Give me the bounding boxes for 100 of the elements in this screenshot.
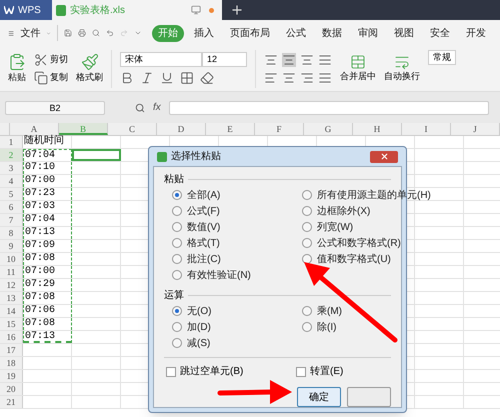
- italic-icon[interactable]: [140, 71, 154, 85]
- row-header[interactable]: 9: [0, 240, 23, 252]
- radio-button[interactable]: [172, 306, 182, 316]
- copy-icon[interactable]: [34, 70, 48, 84]
- monitor-icon[interactable]: [191, 5, 201, 15]
- justify-icon[interactable]: [318, 70, 332, 84]
- radio-button[interactable]: [302, 254, 312, 264]
- cut-button[interactable]: 剪切: [50, 52, 68, 66]
- table-cell: 07:04: [23, 149, 72, 161]
- radio-label: 公式(F): [187, 204, 220, 218]
- cancel-button[interactable]: [347, 387, 391, 407]
- copy-button[interactable]: 复制: [50, 70, 68, 84]
- align-top-icon[interactable]: [264, 52, 278, 66]
- table-cell: 07:13: [23, 227, 72, 239]
- row-header[interactable]: 16: [0, 331, 23, 343]
- align-center-icon[interactable]: [282, 70, 296, 84]
- font-field[interactable]: 宋体: [120, 52, 202, 67]
- row-header[interactable]: 3: [0, 162, 23, 174]
- app-tab[interactable]: WPS: [0, 0, 52, 20]
- menu-tab[interactable]: 安全: [424, 24, 456, 42]
- radio-button[interactable]: [302, 190, 312, 200]
- file-menu[interactable]: 文件: [20, 26, 40, 40]
- column-header[interactable]: I: [402, 123, 451, 135]
- row-header[interactable]: 20: [0, 383, 23, 395]
- align-bottom-icon[interactable]: [300, 52, 314, 66]
- merge-icon[interactable]: [350, 54, 366, 70]
- row-header[interactable]: 17: [0, 344, 23, 356]
- row-header[interactable]: 4: [0, 175, 23, 187]
- row-header[interactable]: 19: [0, 370, 23, 382]
- eraser-icon[interactable]: [200, 71, 214, 85]
- radio-button[interactable]: [302, 222, 312, 232]
- close-button[interactable]: [370, 150, 398, 162]
- wrap-text-button[interactable]: 自动换行: [384, 70, 420, 84]
- column-header[interactable]: G: [304, 123, 353, 135]
- format-painter-button[interactable]: 格式刷: [76, 70, 103, 84]
- function-button[interactable]: fx: [153, 100, 161, 115]
- row-header[interactable]: 5: [0, 188, 23, 200]
- align-middle-icon[interactable]: [282, 52, 296, 66]
- menu-tab[interactable]: 审阅: [352, 24, 384, 42]
- merge-button[interactable]: 合并居中: [340, 70, 376, 84]
- indent-icon[interactable]: [318, 52, 332, 66]
- row-header[interactable]: 18: [0, 357, 23, 369]
- menu-tab[interactable]: 数据: [316, 24, 348, 42]
- row-header[interactable]: 8: [0, 227, 23, 239]
- row-header[interactable]: 15: [0, 318, 23, 330]
- row-header[interactable]: 7: [0, 214, 23, 226]
- formula-field[interactable]: [168, 100, 489, 114]
- radio-button[interactable]: [172, 270, 182, 280]
- radio-button[interactable]: [172, 254, 182, 264]
- row-header[interactable]: 12: [0, 279, 23, 291]
- font-size-field[interactable]: 12: [202, 52, 247, 67]
- radio-button[interactable]: [172, 206, 182, 216]
- row-header[interactable]: 6: [0, 201, 23, 213]
- underline-icon[interactable]: [160, 71, 174, 85]
- radio-button[interactable]: [302, 206, 312, 216]
- checkbox[interactable]: [296, 366, 306, 376]
- radio-button[interactable]: [172, 222, 182, 232]
- number-format-field[interactable]: 常规: [428, 50, 456, 65]
- zoom-icon[interactable]: [135, 102, 145, 112]
- row-header[interactable]: 14: [0, 305, 23, 317]
- cut-icon[interactable]: [34, 52, 48, 66]
- checkbox[interactable]: [166, 366, 176, 376]
- name-box[interactable]: B2: [5, 100, 105, 114]
- ok-button[interactable]: 确定: [297, 387, 341, 407]
- radio-button[interactable]: [172, 190, 182, 200]
- group-label: 粘贴: [164, 172, 184, 186]
- format-painter-icon[interactable]: [80, 52, 98, 71]
- bold-icon[interactable]: [120, 71, 134, 85]
- radio-button[interactable]: [302, 306, 312, 316]
- radio-button[interactable]: [172, 322, 182, 332]
- menu-tab[interactable]: 页面布局: [224, 24, 276, 42]
- row-header[interactable]: 1: [0, 136, 23, 148]
- menu-tab[interactable]: 公式: [280, 24, 312, 42]
- align-right-icon[interactable]: [300, 70, 314, 84]
- border-icon[interactable]: [180, 71, 194, 85]
- new-tab-icon[interactable]: [230, 3, 244, 17]
- radio-button[interactable]: [172, 338, 182, 348]
- column-header[interactable]: F: [255, 123, 304, 135]
- column-header[interactable]: D: [157, 123, 206, 135]
- radio-label: 无(O): [187, 304, 212, 318]
- paste-icon[interactable]: [8, 52, 26, 71]
- menu-tab[interactable]: 开发: [460, 24, 492, 42]
- column-header[interactable]: H: [353, 123, 402, 135]
- row-header[interactable]: 13: [0, 292, 23, 304]
- active-cell[interactable]: [72, 149, 121, 161]
- column-header[interactable]: J: [451, 123, 500, 135]
- row-header[interactable]: 11: [0, 266, 23, 278]
- column-header[interactable]: C: [108, 123, 157, 135]
- menu-tab[interactable]: 插入: [188, 24, 220, 42]
- align-left-icon[interactable]: [264, 70, 278, 84]
- row-header[interactable]: 21: [0, 396, 23, 408]
- row-header[interactable]: 10: [0, 253, 23, 265]
- table-cell: 07:00: [23, 175, 72, 187]
- radio-button[interactable]: [172, 238, 182, 248]
- menu-tab[interactable]: 视图: [388, 24, 420, 42]
- checkbox-label: 转置(E): [310, 364, 344, 379]
- radio-button[interactable]: [302, 322, 312, 332]
- paste-button[interactable]: 粘贴: [8, 70, 26, 84]
- column-header[interactable]: E: [206, 123, 255, 135]
- radio-button[interactable]: [302, 238, 312, 248]
